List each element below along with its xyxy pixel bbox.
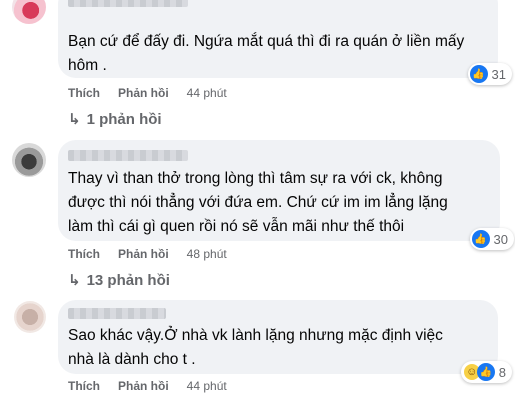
author-name-redacted[interactable]	[68, 308, 166, 319]
view-replies-link[interactable]: ↳ 1 phản hồi	[68, 110, 162, 129]
comment-actions: Thích Phản hồi 48 phút	[68, 247, 245, 261]
comment-bubble: Thay vì than thở trong lòng thì tâm sự r…	[58, 140, 514, 250]
like-button[interactable]: Thích	[68, 247, 100, 261]
view-replies-link[interactable]: ↳ 13 phản hồi	[68, 271, 170, 290]
like-icon: 👍	[471, 230, 490, 248]
comment-actions: Thích Phản hồi 44 phút	[68, 86, 245, 100]
reaction-summary[interactable]: 👍 30	[469, 228, 514, 250]
reaction-count: 8	[498, 364, 506, 380]
reaction-count: 31	[491, 66, 506, 82]
like-button[interactable]: Thích	[68, 86, 100, 100]
timestamp[interactable]: 44 phút	[187, 379, 227, 393]
comment-text: Bạn cứ để đấy đi. Ngứa mắt quá thì đi ra…	[68, 33, 465, 74]
comment-actions: Thích Phản hồi 44 phút	[68, 379, 245, 393]
comment-bubble: Bạn cứ để đấy đi. Ngứa mắt quá thì đi ra…	[58, 0, 512, 85]
replies-count: 1 phản hồi	[86, 110, 162, 128]
author-name-redacted[interactable]	[68, 150, 188, 161]
comment-text: Sao khác vậy.Ở nhà vk lành lặng nhưng mặ…	[68, 327, 443, 368]
timestamp[interactable]: 48 phút	[187, 247, 227, 261]
reply-arrow-icon: ↳	[68, 111, 81, 128]
reply-button[interactable]: Phản hồi	[118, 247, 169, 261]
replies-count: 13 phản hồi	[86, 271, 170, 289]
reaction-summary[interactable]: ☺ 👍 8	[460, 361, 512, 383]
comment-text: Thay vì than thở trong lòng thì tâm sự r…	[68, 170, 448, 235]
comment-bubble: Sao khác vậy.Ở nhà vk lành lặng nhưng mặ…	[58, 300, 512, 383]
reply-arrow-icon: ↳	[68, 272, 81, 289]
reply-button[interactable]: Phản hồi	[118, 86, 169, 100]
reaction-summary[interactable]: 👍 31	[467, 63, 512, 85]
avatar[interactable]	[12, 143, 46, 177]
like-button[interactable]: Thích	[68, 379, 100, 393]
like-icon: 👍	[469, 65, 488, 83]
avatar[interactable]	[12, 0, 46, 24]
timestamp[interactable]: 44 phút	[187, 86, 227, 100]
reaction-count: 30	[493, 231, 508, 247]
reply-button[interactable]: Phản hồi	[118, 379, 169, 393]
like-icon: 👍	[476, 363, 495, 381]
avatar[interactable]	[14, 301, 46, 333]
author-name-redacted[interactable]	[68, 0, 188, 7]
